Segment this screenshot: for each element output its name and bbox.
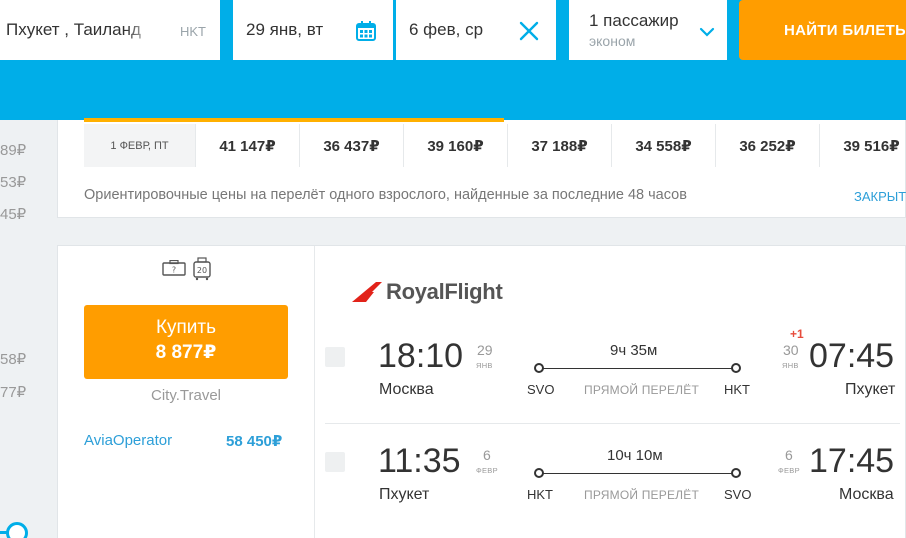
departure-city: Пхукет	[379, 486, 430, 503]
ticket-card: ? 20 Купить 8 877₽ City.Travel AviaOpera…	[57, 245, 906, 538]
arrival-day: 6	[785, 447, 793, 463]
hand-luggage-label: ?	[172, 266, 176, 275]
departure-month: ФЕВР	[476, 466, 498, 475]
departure-city: Москва	[379, 381, 434, 398]
side-price: 53₽	[0, 174, 27, 191]
airline-name: RoyalFlight	[386, 279, 503, 304]
side-price: 45₽	[0, 206, 27, 223]
cabin-class: эконом	[589, 33, 636, 49]
alt-agency-price[interactable]: 58 450₽	[226, 432, 282, 450]
route-end-dot	[731, 363, 741, 373]
route-start-dot	[534, 363, 544, 373]
departure-month: ЯНВ	[476, 361, 493, 370]
return-date-field[interactable]: 6 фев, ср	[396, 0, 556, 60]
flight-type: ПРЯМОЙ ПЕРЕЛЁТ	[584, 488, 699, 502]
arrival-airport: SVO	[724, 487, 752, 502]
ticket-buy-panel: ? 20 Купить 8 877₽ City.Travel AviaOpera…	[58, 246, 315, 538]
flight-type: ПРЯМОЙ ПЕРЕЛЁТ	[584, 383, 699, 397]
agency-name: City.Travel	[150, 387, 221, 404]
calendar-price[interactable]: 36 252₽	[716, 124, 820, 167]
destination-value: Пхукет , Таиланд	[6, 20, 141, 39]
calendar-price[interactable]: 39 160₽	[404, 124, 508, 167]
destination-code: HKT	[180, 24, 206, 39]
buy-button[interactable]: Купить 8 877₽	[84, 305, 288, 379]
side-price: 58₽	[0, 351, 27, 368]
airline-logo: RoyalFlight	[352, 279, 503, 305]
route-line	[539, 473, 735, 474]
departure-time: 11:35	[378, 442, 461, 480]
flight-duration: 9ч 35м	[610, 342, 658, 359]
day-shift: +1	[790, 327, 804, 341]
calendar-price[interactable]: 34 558₽	[612, 124, 716, 167]
calendar-price[interactable]: 36 437₽	[300, 124, 404, 167]
filter-slider-handle[interactable]	[6, 522, 28, 538]
arrival-month: ФЕВР	[778, 466, 800, 475]
hand-luggage-icon: ?	[162, 259, 186, 281]
price-calendar-row: 1 ФЕВР, ПТ 41 147₽ 36 437₽ 39 160₽ 37 18…	[84, 124, 906, 167]
calendar-price[interactable]: 37 188₽	[508, 124, 612, 167]
route-line	[539, 368, 735, 369]
calendar-day-label[interactable]: 1 ФЕВР, ПТ	[84, 124, 196, 167]
chevron-down-icon[interactable]	[699, 24, 715, 42]
depart-date-field[interactable]: 29 янв, вт	[233, 0, 393, 60]
search-button[interactable]: НАЙТИ БИЛЕТЫ	[739, 0, 906, 60]
departure-time: 18:10	[378, 337, 464, 375]
calendar-icon[interactable]	[356, 21, 376, 46]
calendar-price[interactable]: 41 147₽	[196, 124, 300, 167]
baggage-label: 20	[197, 266, 207, 275]
calendar-price[interactable]: 39 516₽	[820, 124, 906, 167]
close-icon[interactable]	[518, 20, 540, 47]
route-end-dot	[731, 468, 741, 478]
departure-airport: SVO	[527, 382, 555, 397]
depart-date-value: 29 янв, вт	[246, 20, 324, 39]
arrival-month: ЯНВ	[782, 361, 799, 370]
baggage-icon: 20	[192, 257, 212, 286]
airline-logo-icon	[352, 282, 382, 302]
arrival-time: 07:45	[809, 337, 895, 375]
departure-day: 29	[477, 342, 493, 358]
arrival-airport: HKT	[724, 382, 750, 397]
departure-airport: HKT	[527, 487, 553, 502]
destination-field[interactable]: Пхукет , Таиланд HKT	[0, 0, 220, 60]
price-note: Ориентировочные цены на перелёт одного в…	[84, 187, 687, 203]
alt-agency-link[interactable]: AviaOperator	[84, 432, 172, 449]
segment-divider	[325, 423, 900, 424]
route-start-dot	[534, 468, 544, 478]
segment-checkbox[interactable]	[325, 347, 345, 367]
price-calendar: 1 ФЕВР, ПТ 41 147₽ 36 437₽ 39 160₽ 37 18…	[57, 120, 906, 218]
arrival-city: Пхукет	[845, 381, 896, 398]
arrival-day: 30	[783, 342, 799, 358]
flight-duration: 10ч 10м	[607, 447, 663, 464]
active-range-indicator	[84, 118, 504, 122]
buy-price: 8 877₽	[155, 342, 217, 363]
return-date-value: 6 фев, ср	[409, 20, 484, 39]
close-calendar-link[interactable]: ЗАКРЫТЬ	[854, 189, 906, 204]
side-price: 77₽	[0, 384, 27, 401]
buy-label: Купить	[155, 317, 217, 338]
arrival-time: 17:45	[809, 442, 895, 480]
arrival-city: Москва	[839, 486, 894, 503]
departure-day: 6	[483, 447, 491, 463]
side-price: 89₽	[0, 142, 27, 159]
segment-checkbox[interactable]	[325, 452, 345, 472]
passengers-field[interactable]: 1 пассажир эконом	[569, 0, 727, 60]
passengers-count: 1 пассажир	[589, 11, 679, 30]
